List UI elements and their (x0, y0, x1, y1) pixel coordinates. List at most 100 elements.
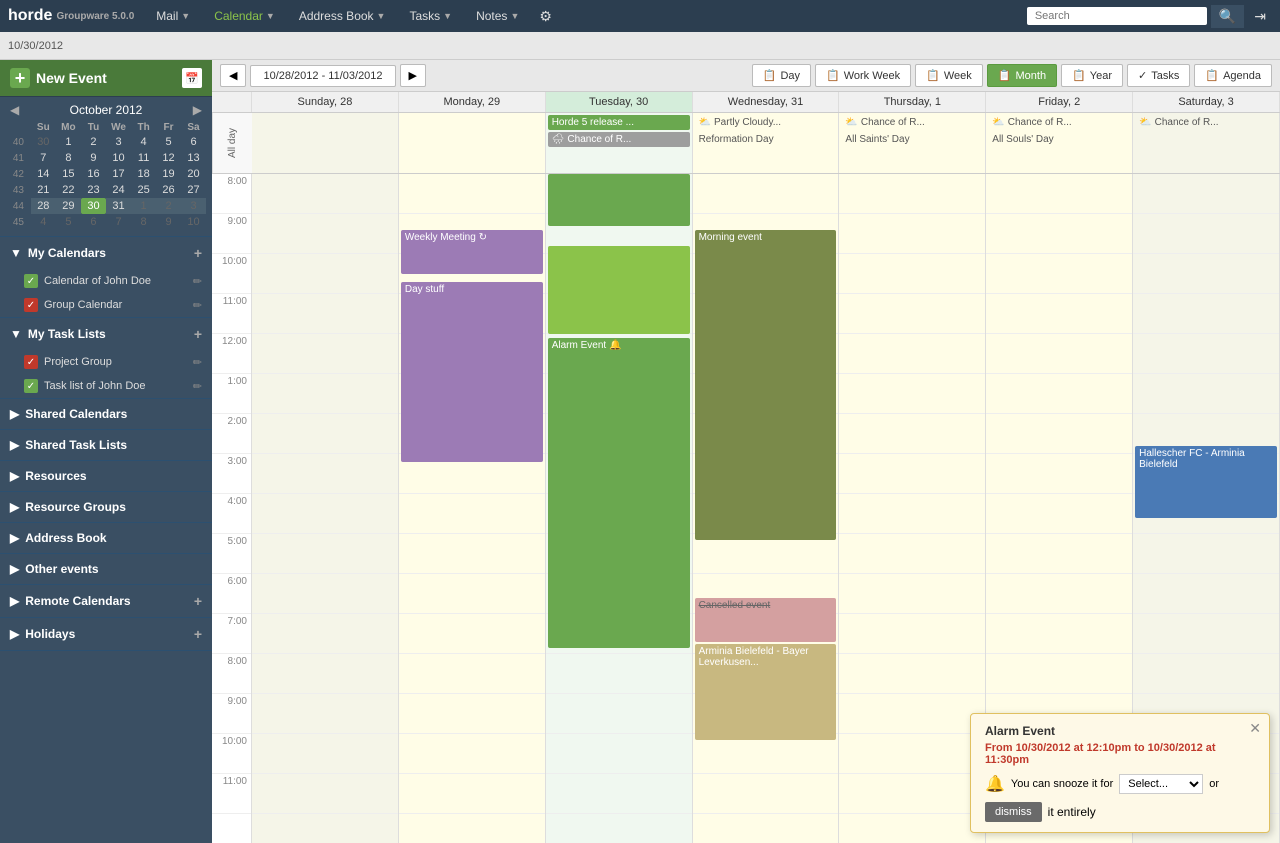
search-button[interactable]: 🔍 (1211, 5, 1244, 28)
group-cal-edit[interactable]: ✏ (193, 299, 202, 312)
all-day-saturday[interactable]: ⛅ Chance of R... (1133, 113, 1280, 173)
calendar-event[interactable]: Hallescher FC - Arminia Bielefeld (1135, 446, 1277, 518)
hour-slot[interactable] (839, 534, 985, 574)
calendar-event[interactable]: Alarm Event 🔔 (548, 338, 690, 648)
my-task-lists-header[interactable]: ▼ My Task Lists + (0, 318, 212, 350)
mini-cal-prev[interactable]: ◀ (6, 103, 23, 117)
mini-cal-day[interactable]: 16 (81, 166, 106, 182)
hour-slot[interactable] (693, 534, 839, 574)
mini-cal-day[interactable]: 1 (56, 134, 81, 150)
snooze-select[interactable]: Select... 5 minutes 10 minutes 15 minute… (1119, 774, 1203, 794)
add-calendar-icon[interactable]: + (194, 245, 202, 261)
hour-slot[interactable] (399, 614, 545, 654)
calendar-event[interactable]: Arminia Bielefeld - Bayer Leverkusen... (695, 644, 837, 740)
prev-week-button[interactable]: ◀ (220, 64, 246, 87)
mini-cal-day[interactable]: 12 (156, 150, 181, 166)
chance-rain-tue-event[interactable]: 🌧 Chance of R... (548, 132, 690, 147)
new-event-button[interactable]: + New Event 📅 (0, 60, 212, 97)
hour-slot[interactable] (546, 774, 692, 814)
mini-cal-day[interactable]: 8 (131, 214, 156, 230)
mini-cal-day[interactable]: 2 (156, 198, 181, 214)
hour-slot[interactable] (693, 774, 839, 814)
john-doe-cal-edit[interactable]: ✏ (193, 275, 202, 288)
mini-cal-day[interactable]: 7 (31, 150, 56, 166)
hour-slot[interactable] (546, 734, 692, 774)
hour-slot[interactable] (399, 574, 545, 614)
hour-slot[interactable] (839, 254, 985, 294)
day-col-sunday[interactable] (252, 174, 399, 843)
mini-cal-day[interactable]: 30 (31, 134, 56, 150)
mini-cal-day[interactable]: 19 (156, 166, 181, 182)
hour-slot[interactable] (693, 734, 839, 774)
hour-slot[interactable] (252, 454, 398, 494)
mini-cal-day[interactable]: 9 (81, 150, 106, 166)
view-agenda-button[interactable]: 📋 Agenda (1194, 64, 1272, 87)
hour-slot[interactable] (839, 454, 985, 494)
nav-tasks[interactable]: Tasks ▼ (399, 5, 462, 27)
hour-slot[interactable] (252, 494, 398, 534)
hour-slot[interactable] (252, 174, 398, 214)
project-group-edit[interactable]: ✏ (193, 356, 202, 369)
search-input[interactable] (1027, 7, 1207, 25)
mini-cal-day[interactable]: 13 (181, 150, 206, 166)
calendar-event[interactable]: Day stuff (401, 282, 543, 462)
sidebar-item-project-group[interactable]: ✓ Project Group ✏ (0, 350, 212, 374)
day-col-tuesday[interactable]: Alarm Event 🔔 (546, 174, 693, 843)
holidays-header[interactable]: ▶ Holidays + (0, 618, 212, 650)
hour-slot[interactable] (399, 654, 545, 694)
hour-slot[interactable] (839, 494, 985, 534)
add-task-list-icon[interactable]: + (194, 326, 202, 342)
nav-mail[interactable]: Mail ▼ (146, 5, 200, 27)
hour-slot[interactable] (1133, 654, 1279, 694)
nav-addressbook[interactable]: Address Book ▼ (289, 5, 396, 27)
mini-cal-day[interactable]: 7 (106, 214, 131, 230)
hour-slot[interactable] (1133, 294, 1279, 334)
chance-rain-fri-event[interactable]: ⛅ Chance of R... (988, 115, 1130, 130)
mini-cal-day[interactable]: 22 (56, 182, 81, 198)
hour-slot[interactable] (693, 174, 839, 214)
sidebar-address-book-header[interactable]: ▶ Address Book (0, 523, 212, 553)
all-day-thursday[interactable]: ⛅ Chance of R... All Saints' Day (839, 113, 986, 173)
mini-cal-day[interactable]: 4 (131, 134, 156, 150)
mini-cal-day[interactable]: 3 (181, 198, 206, 214)
hour-slot[interactable] (252, 214, 398, 254)
mini-cal-day[interactable]: 2 (81, 134, 106, 150)
shared-task-lists-header[interactable]: ▶ Shared Task Lists (0, 430, 212, 460)
hour-slot[interactable] (839, 614, 985, 654)
mini-cal-day[interactable]: 26 (156, 182, 181, 198)
nav-notes[interactable]: Notes ▼ (466, 5, 529, 27)
hour-slot[interactable] (252, 534, 398, 574)
hour-slot[interactable] (839, 574, 985, 614)
next-week-button[interactable]: ▶ (400, 64, 426, 87)
shared-calendars-header[interactable]: ▶ Shared Calendars (0, 399, 212, 429)
mini-cal-day[interactable]: 28 (31, 198, 56, 214)
day-col-monday[interactable]: Weekly Meeting ↻ Day stuff (399, 174, 546, 843)
mini-cal-day[interactable]: 4 (31, 214, 56, 230)
mini-cal-day[interactable]: 25 (131, 182, 156, 198)
hour-slot[interactable] (1133, 214, 1279, 254)
hour-slot[interactable] (986, 334, 1132, 374)
hour-slot[interactable] (399, 774, 545, 814)
mini-cal-day[interactable]: 3 (106, 134, 131, 150)
hour-slot[interactable] (839, 174, 985, 214)
hour-slot[interactable] (986, 254, 1132, 294)
all-souls-event[interactable]: All Souls' Day (988, 132, 1130, 147)
hour-slot[interactable] (252, 414, 398, 454)
hour-slot[interactable] (252, 334, 398, 374)
horde-release-event[interactable]: Horde 5 release ... (548, 115, 690, 130)
hour-slot[interactable] (399, 734, 545, 774)
partly-cloudy-event[interactable]: ⛅ Partly Cloudy... (695, 115, 837, 130)
mini-cal-day[interactable]: 11 (131, 150, 156, 166)
hour-slot[interactable] (839, 734, 985, 774)
hour-slot[interactable] (1133, 174, 1279, 214)
hour-slot[interactable] (839, 414, 985, 454)
calendar-event[interactable] (548, 246, 690, 334)
hour-slot[interactable] (986, 534, 1132, 574)
calendar-event[interactable]: Weekly Meeting ↻ (401, 230, 543, 274)
remote-calendars-header[interactable]: ▶ Remote Calendars + (0, 585, 212, 617)
all-day-monday[interactable] (399, 113, 546, 173)
mini-cal-day[interactable]: 1 (131, 198, 156, 214)
hour-slot[interactable] (252, 774, 398, 814)
add-holiday-icon[interactable]: + (194, 626, 202, 642)
all-day-wednesday[interactable]: ⛅ Partly Cloudy... Reformation Day (693, 113, 840, 173)
